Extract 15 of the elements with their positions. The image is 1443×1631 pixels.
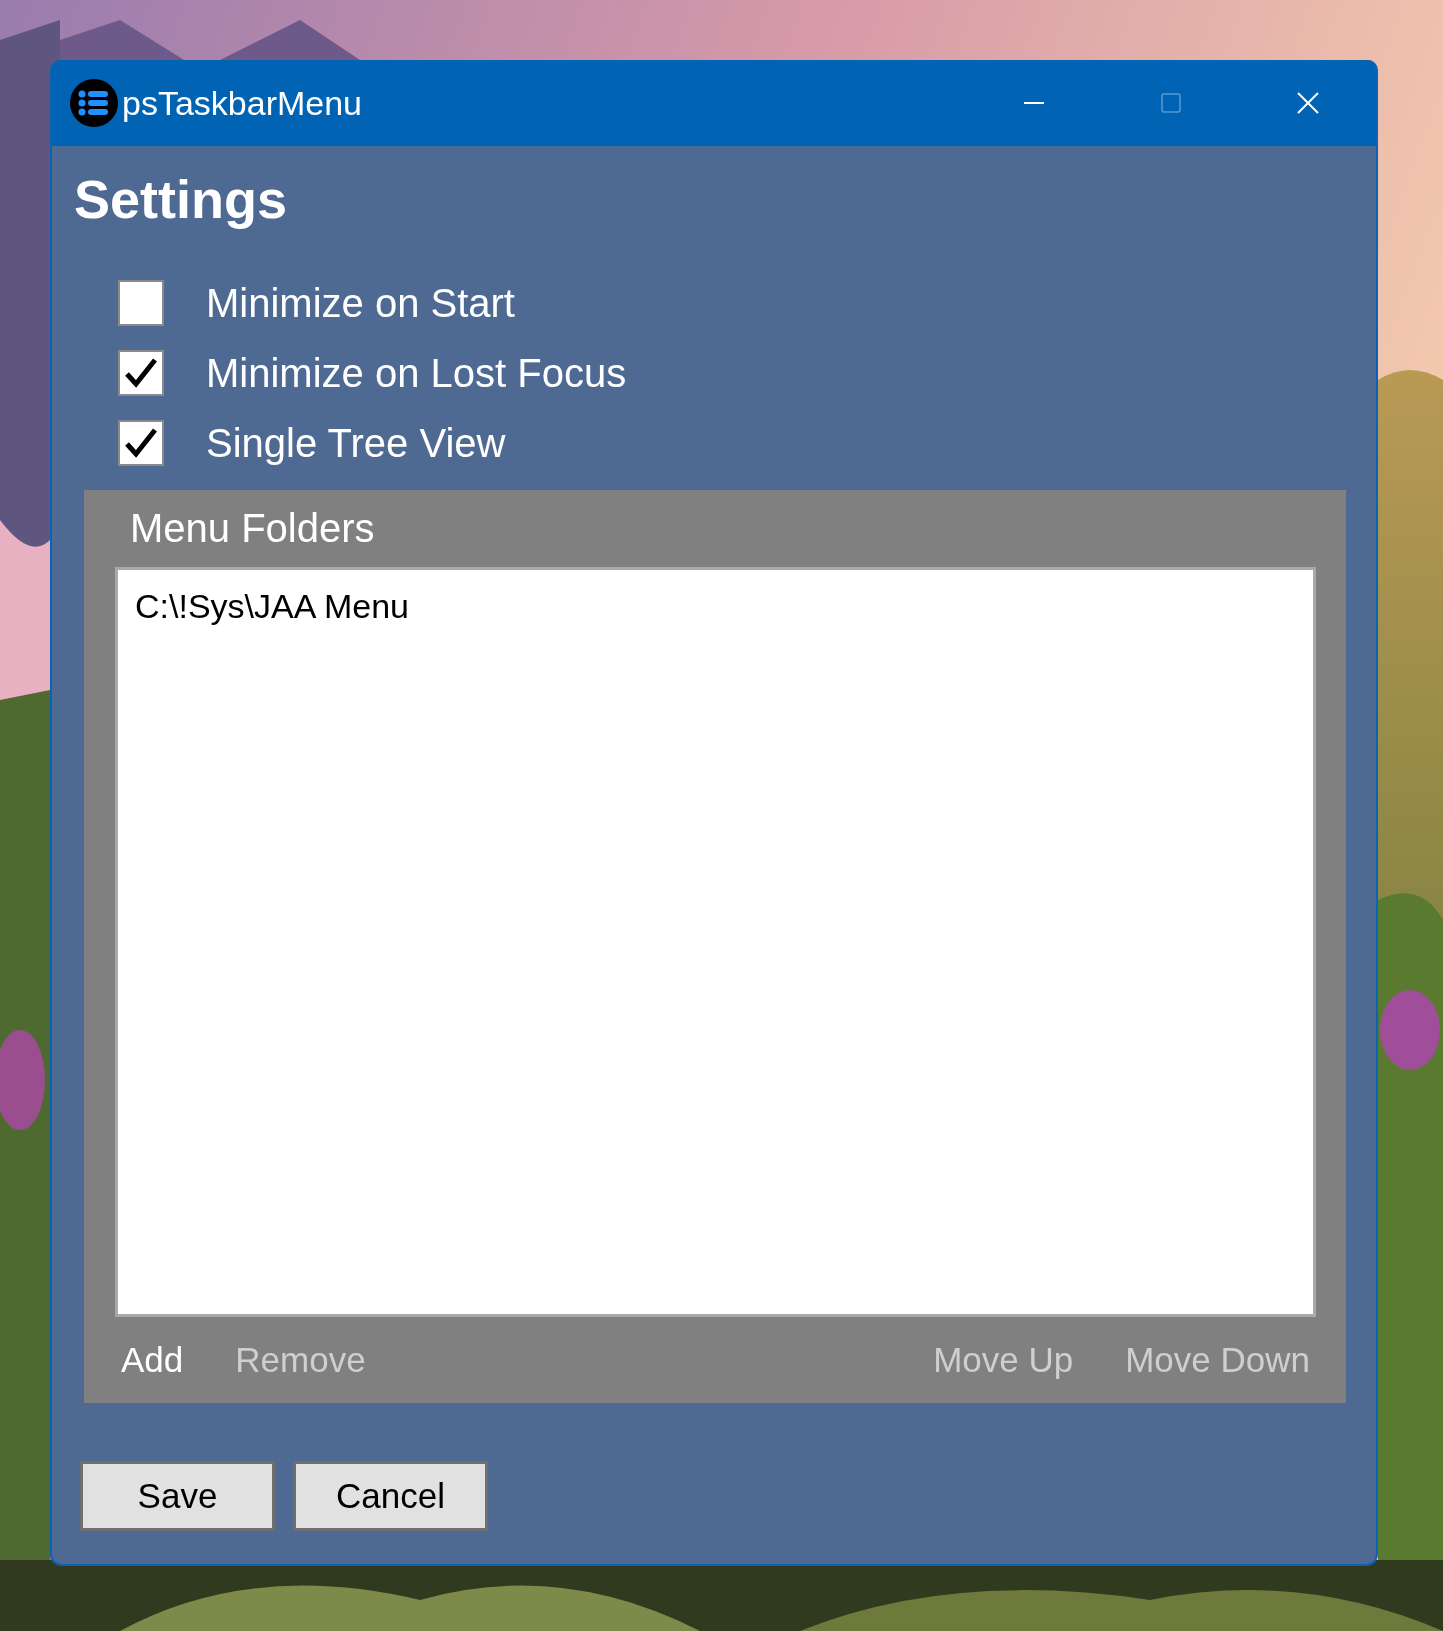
group-title: Menu Folders: [129, 505, 376, 552]
list-item[interactable]: C:\!Sys\JAA Menu: [135, 584, 409, 628]
dialog-button[interactable]: Cancel: [293, 1461, 488, 1531]
dialog-button[interactable]: Save: [80, 1461, 275, 1531]
settings-heading: Settings: [74, 168, 289, 231]
folder-list[interactable]: C:\!Sys\JAA Menu: [115, 567, 1316, 1317]
checkbox-label[interactable]: Minimize on Start: [206, 280, 515, 326]
checkbox[interactable]: [118, 280, 164, 326]
checkbox[interactable]: [118, 420, 164, 466]
checkbox[interactable]: [118, 350, 164, 396]
list-icon: [70, 79, 118, 127]
action-button[interactable]: Add: [115, 1336, 190, 1384]
checkbox-label[interactable]: Minimize on Lost Focus: [206, 350, 627, 396]
window-title: psTaskbarMenu: [122, 83, 362, 123]
checkbox-label[interactable]: Single Tree View: [206, 420, 506, 466]
